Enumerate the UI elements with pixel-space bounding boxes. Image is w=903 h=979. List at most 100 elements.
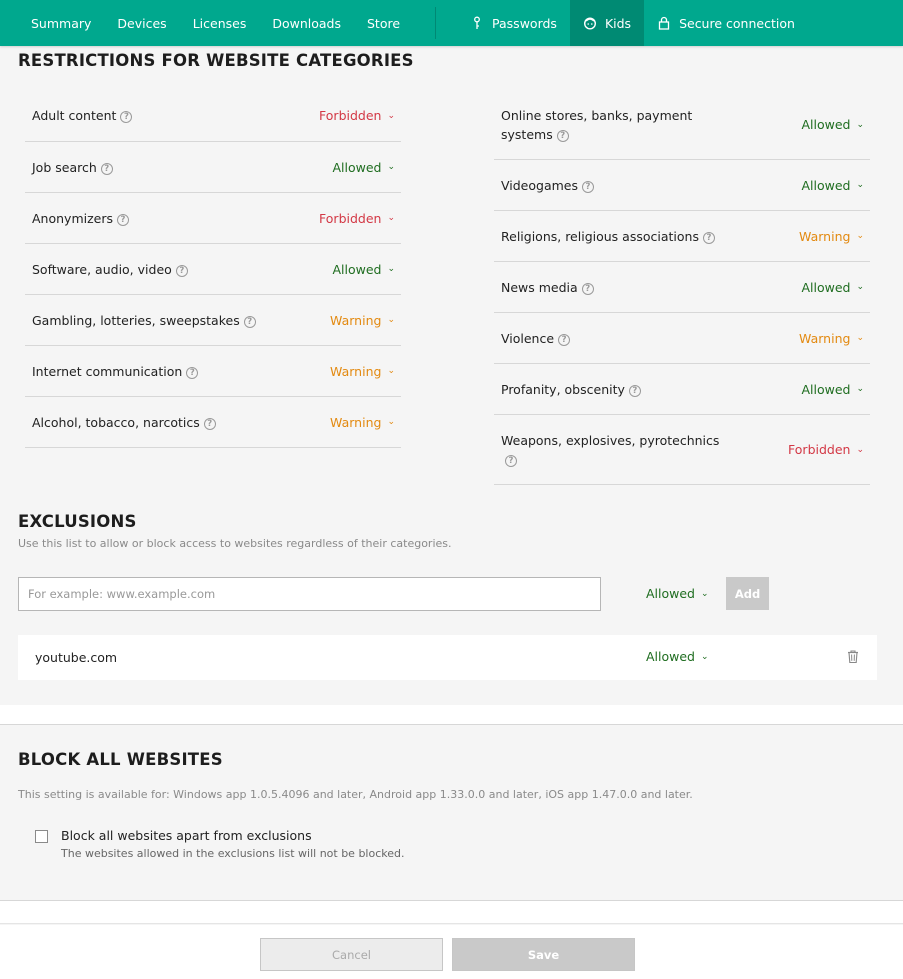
category-row-weapons-explosives-pyrotechnics: Weapons, explosives, pyrotechnics? Forbid… (494, 415, 870, 485)
category-status-dropdown[interactable]: Allowed ⌄ (801, 382, 864, 397)
nav-downloads[interactable]: Downloads (259, 0, 354, 46)
block-all-checkbox-label[interactable]: Block all websites apart from exclusions (61, 828, 312, 843)
nav-kids[interactable]: Kids (569, 0, 645, 46)
category-name: Software, audio, video? (32, 260, 188, 279)
category-status-label: Warning (330, 312, 382, 328)
category-status-label: Allowed (332, 159, 382, 175)
exclusion-site: youtube.com (35, 650, 118, 665)
category-status-dropdown[interactable]: Allowed ⌄ (801, 280, 864, 295)
category-status-dropdown[interactable]: Warning ⌄ (799, 331, 864, 346)
category-label: Weapons, explosives, pyrotechnics (501, 432, 720, 448)
category-status-label: Allowed (801, 381, 851, 397)
category-name: Religions, religious associations? (501, 227, 715, 246)
help-icon[interactable]: ? (186, 366, 199, 379)
help-icon[interactable]: ? (175, 264, 188, 277)
category-status-dropdown[interactable]: Forbidden ⌄ (319, 108, 395, 123)
cancel-button[interactable]: Cancel (260, 938, 443, 971)
exclusion-status-dropdown[interactable]: Allowed ⌄ (646, 649, 709, 664)
category-label: Anonymizers (32, 210, 113, 226)
add-exclusion-button[interactable]: Add (726, 577, 769, 610)
block-all-title: BLOCK ALL WEBSITES (18, 750, 223, 769)
category-row-job-search: Job search? Allowed ⌄ (25, 142, 401, 193)
nav-store[interactable]: Store (354, 0, 413, 46)
category-status-dropdown[interactable]: Allowed ⌄ (801, 178, 864, 193)
nav-passwords-label: Passwords (492, 15, 557, 31)
help-icon[interactable]: ? (505, 454, 517, 467)
nav-licenses[interactable]: Licenses (180, 0, 260, 46)
category-status-label: Forbidden (319, 108, 382, 123)
category-status-dropdown[interactable]: Warning ⌄ (330, 364, 395, 379)
chevron-down-icon: ⌄ (701, 588, 709, 599)
nav-kids-label: Kids (604, 15, 632, 31)
category-name: Online stores, banks, payment systems? (501, 106, 726, 144)
category-row-online-stores-banks-payment-systems: Online stores, banks, payment systems? Al… (494, 90, 870, 160)
category-status-label: Forbidden (319, 210, 382, 226)
category-status-label: Allowed (332, 261, 382, 277)
nav-summary[interactable]: Summary (0, 0, 104, 46)
help-icon[interactable]: ? (702, 231, 715, 244)
categories-left-column: Adult content? Forbidden ⌄ Job search? Allow… (25, 90, 401, 448)
chevron-down-icon: ⌄ (856, 282, 864, 292)
exclusions-description: Use this list to allow or block access t… (18, 537, 452, 550)
category-name: Violence? (501, 329, 571, 348)
category-status-dropdown[interactable]: Forbidden ⌄ (788, 442, 864, 457)
save-button[interactable]: Save (452, 938, 635, 971)
chevron-down-icon: ⌄ (387, 417, 395, 427)
section-separator (0, 705, 903, 725)
category-status-dropdown[interactable]: Warning ⌄ (330, 313, 395, 328)
category-status-dropdown[interactable]: Forbidden ⌄ (319, 211, 395, 226)
chevron-down-icon: ⌄ (387, 366, 395, 376)
help-icon[interactable]: ? (556, 129, 569, 142)
help-icon[interactable]: ? (243, 315, 256, 328)
categories-title: RESTRICTIONS FOR WEBSITE CATEGORIES (18, 51, 414, 70)
nav-devices[interactable]: Devices (104, 0, 179, 46)
category-name: Gambling, lotteries, sweepstakes? (32, 311, 256, 330)
category-status-label: Warning (330, 414, 382, 430)
lock-icon (657, 16, 671, 30)
chevron-down-icon: ⌄ (856, 180, 864, 190)
exclusion-url-input[interactable] (18, 577, 601, 611)
exclusion-new-status-dropdown[interactable]: Allowed ⌄ (646, 586, 709, 601)
category-row-news-media: News media? Allowed ⌄ (494, 262, 870, 313)
category-status-label: Allowed (801, 177, 851, 193)
help-icon[interactable]: ? (581, 282, 594, 295)
nav-passwords[interactable]: Passwords (458, 0, 570, 46)
help-icon[interactable]: ? (100, 162, 113, 175)
category-status-dropdown[interactable]: Warning ⌄ (799, 229, 864, 244)
chevron-down-icon: ⌄ (856, 333, 864, 343)
category-status-dropdown[interactable]: Warning ⌄ (330, 415, 395, 430)
category-row-internet-communication: Internet communication? Warning ⌄ (25, 346, 401, 397)
category-label: Videogames (501, 177, 578, 193)
category-name: News media? (501, 278, 594, 297)
category-status-dropdown[interactable]: Allowed ⌄ (801, 117, 864, 132)
category-name: Job search? (32, 158, 113, 177)
category-label: Job search (32, 159, 97, 175)
trash-icon[interactable] (846, 649, 860, 668)
help-icon[interactable]: ? (558, 333, 571, 346)
category-label: Alcohol, tobacco, narcotics (32, 414, 200, 430)
category-row-software-audio-video: Software, audio, video? Allowed ⌄ (25, 244, 401, 295)
category-status-label: Warning (799, 330, 851, 346)
chevron-down-icon: ⌄ (387, 264, 395, 274)
help-icon[interactable]: ? (203, 417, 216, 430)
category-row-anonymizers: Anonymizers? Forbidden ⌄ (25, 193, 401, 244)
category-label: Internet communication (32, 363, 183, 379)
category-status-dropdown[interactable]: Allowed ⌄ (332, 160, 395, 175)
chevron-down-icon: ⌄ (387, 162, 395, 172)
category-status-label: Warning (799, 228, 851, 244)
category-label: Profanity, obscenity (501, 381, 625, 397)
nav-secure-connection[interactable]: Secure connection (644, 0, 808, 46)
category-status-dropdown[interactable]: Allowed ⌄ (332, 262, 395, 277)
help-icon[interactable]: ? (628, 384, 641, 397)
chevron-down-icon: ⌄ (856, 119, 864, 130)
category-name: Alcohol, tobacco, narcotics? (32, 413, 216, 432)
chevron-down-icon: ⌄ (856, 384, 864, 394)
category-status-label: Allowed (801, 117, 851, 132)
category-label: Gambling, lotteries, sweepstakes (32, 312, 240, 328)
category-label: Software, audio, video (32, 261, 172, 277)
block-all-checkbox[interactable] (35, 830, 48, 843)
help-icon[interactable]: ? (120, 111, 133, 123)
help-icon[interactable]: ? (582, 180, 594, 193)
help-icon[interactable]: ? (117, 213, 129, 226)
categories-right-column: Online stores, banks, payment systems? Al… (494, 90, 870, 485)
